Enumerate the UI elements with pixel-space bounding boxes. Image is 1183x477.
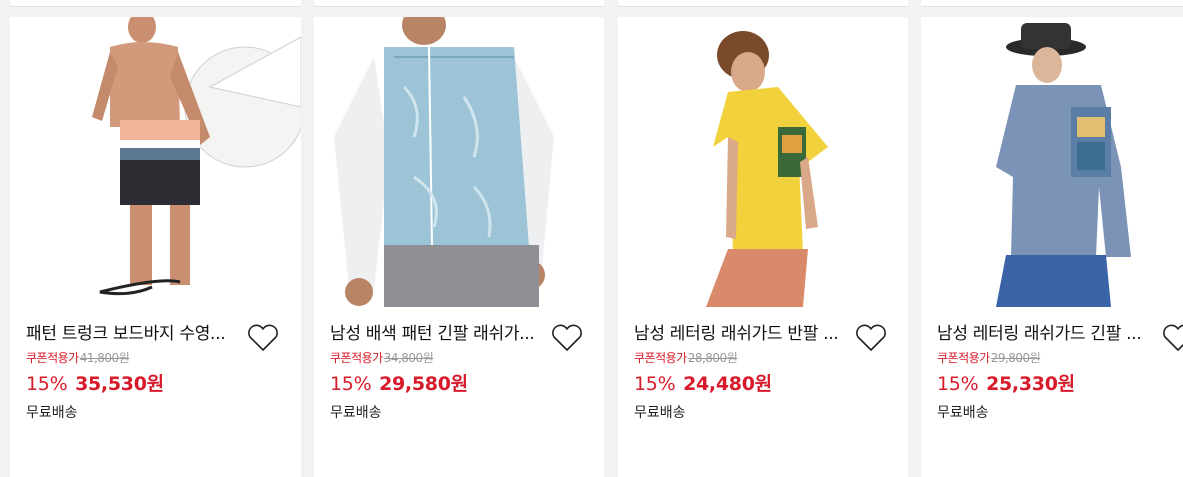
discount-rate: 15% xyxy=(26,373,68,395)
product-title[interactable]: 남성 레터링 래쉬가드 반팔 ... xyxy=(634,319,844,344)
heart-icon[interactable] xyxy=(854,323,888,353)
product-card[interactable]: 패턴 트렁크 보드바지 수영... 쿠폰적용가41,800원 15% 35,53… xyxy=(10,17,301,477)
coupon-price-line: 쿠폰적용가34,800원 xyxy=(330,349,434,366)
heart-icon[interactable] xyxy=(246,323,280,353)
previous-row-card-edge xyxy=(10,0,301,7)
coupon-label: 쿠폰적용가 xyxy=(634,351,687,365)
product-card[interactable]: 남성 레터링 래쉬가드 반팔 ... 쿠폰적용가28,800원 15% 24,4… xyxy=(618,17,908,477)
original-price: 28,800원 xyxy=(687,351,738,365)
previous-row-card-edge xyxy=(314,0,604,7)
price-amount: 29,580원 xyxy=(379,373,468,395)
swim-trunks-surfboard-photo xyxy=(92,17,301,296)
original-price: 41,800원 xyxy=(79,351,130,365)
yellow-tshirt-photo xyxy=(706,31,828,307)
discount-rate: 15% xyxy=(634,373,676,395)
previous-row-card-edge xyxy=(618,0,908,7)
heart-icon[interactable] xyxy=(1161,323,1183,353)
product-image[interactable] xyxy=(618,17,908,307)
product-card[interactable]: 남성 레터링 래쉬가드 긴팔 ... 쿠폰적용가29,800원 15% 25,3… xyxy=(921,17,1183,477)
price-amount: 25,330원 xyxy=(986,373,1075,395)
longsleeve-rashguard-photo xyxy=(334,17,554,307)
price-amount: 24,480원 xyxy=(683,373,772,395)
blue-longsleeve-hat-photo xyxy=(996,23,1131,307)
shipping-info: 무료배송 xyxy=(26,405,78,421)
product-image[interactable] xyxy=(314,17,604,307)
sale-price: 15% 35,530원 xyxy=(26,369,164,396)
coupon-label: 쿠폰적용가 xyxy=(330,351,383,365)
discount-rate: 15% xyxy=(937,373,979,395)
price-amount: 35,530원 xyxy=(75,373,164,395)
product-card[interactable]: 남성 배색 패턴 긴팔 래쉬가... 쿠폰적용가34,800원 15% 29,5… xyxy=(314,17,604,477)
discount-rate: 15% xyxy=(330,373,372,395)
original-price: 29,800원 xyxy=(990,351,1041,365)
sale-price: 15% 25,330원 xyxy=(937,369,1075,396)
sale-price: 15% 29,580원 xyxy=(330,369,468,396)
product-image[interactable] xyxy=(10,17,301,307)
shipping-info: 무료배송 xyxy=(937,405,989,421)
original-price: 34,800원 xyxy=(383,351,434,365)
coupon-label: 쿠폰적용가 xyxy=(937,351,990,365)
coupon-price-line: 쿠폰적용가28,800원 xyxy=(634,349,738,366)
heart-icon[interactable] xyxy=(550,323,584,353)
coupon-price-line: 쿠폰적용가29,800원 xyxy=(937,349,1041,366)
sale-price: 15% 24,480원 xyxy=(634,369,772,396)
coupon-price-line: 쿠폰적용가41,800원 xyxy=(26,349,130,366)
product-title[interactable]: 남성 배색 패턴 긴팔 래쉬가... xyxy=(330,319,540,344)
shipping-info: 무료배송 xyxy=(330,405,382,421)
previous-row-card-edge xyxy=(921,0,1183,7)
shipping-info: 무료배송 xyxy=(634,405,686,421)
product-title[interactable]: 남성 레터링 래쉬가드 긴팔 ... xyxy=(937,319,1147,344)
coupon-label: 쿠폰적용가 xyxy=(26,351,79,365)
product-image[interactable] xyxy=(921,17,1183,307)
product-title[interactable]: 패턴 트렁크 보드바지 수영... xyxy=(26,319,236,344)
